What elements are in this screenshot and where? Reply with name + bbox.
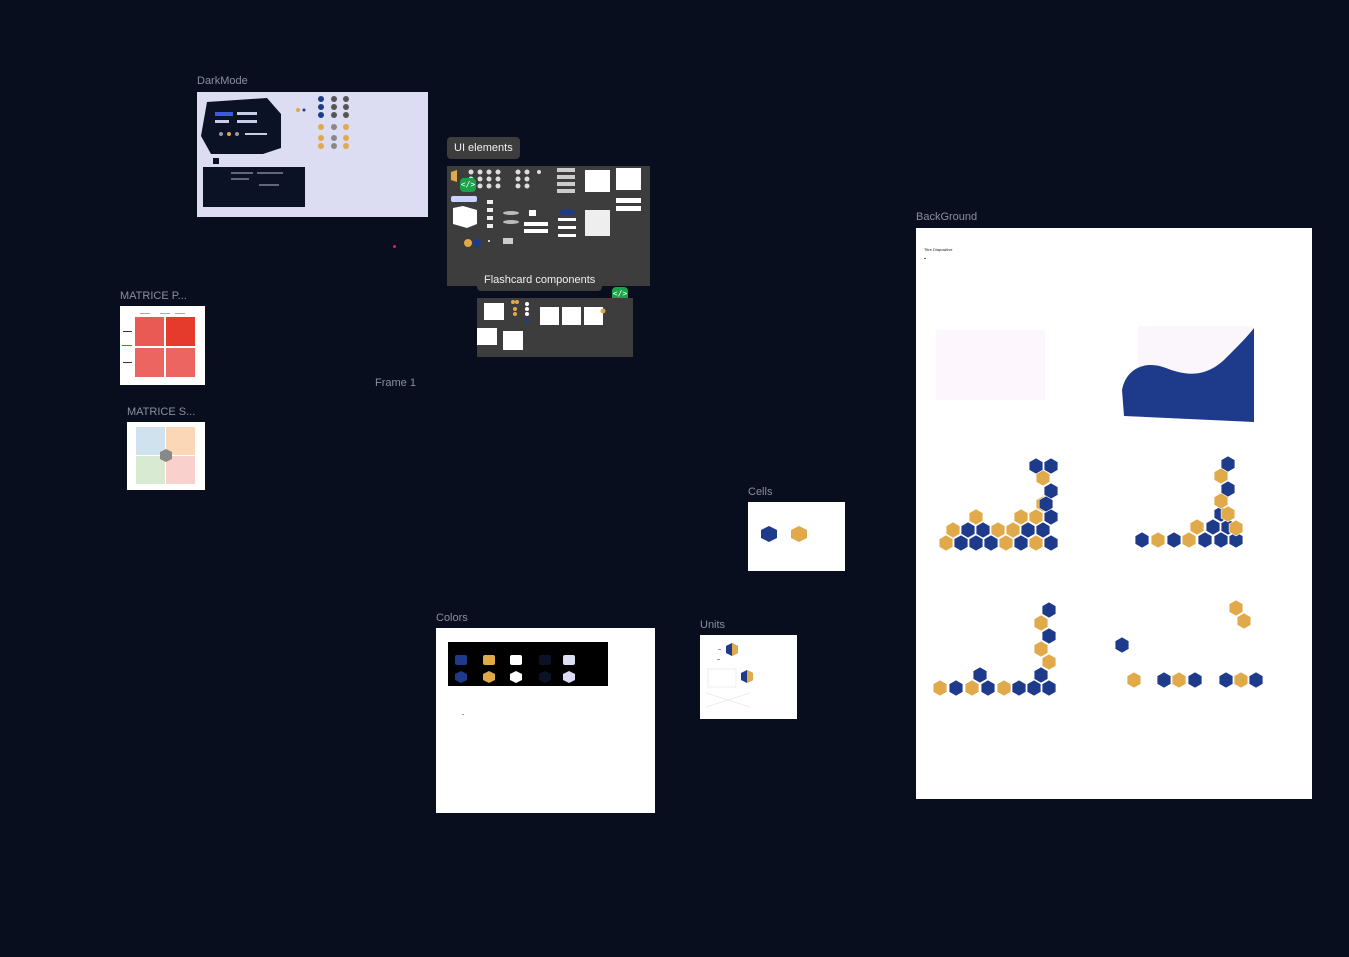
frame-label-background[interactable]: BackGround <box>916 211 977 223</box>
red-marker <box>393 245 396 248</box>
hexagon-icon <box>1150 531 1166 549</box>
section-flashcard-components[interactable]: Flashcard components <box>477 269 603 291</box>
hexagon-icon <box>948 679 964 697</box>
frame-colors[interactable] <box>436 628 655 813</box>
hexagon-icon <box>1197 531 1213 549</box>
hexagon-icon <box>945 521 961 539</box>
hexagon-icon <box>975 521 991 539</box>
colors-palette <box>448 642 608 715</box>
hexagon-icon <box>1028 508 1044 526</box>
hexagon-icon <box>761 526 777 542</box>
section-ui-elements[interactable]: UI elements <box>447 137 520 159</box>
hexagon-icon <box>932 679 948 697</box>
hexagon-icon <box>1033 640 1049 658</box>
hexagon-icon <box>990 521 1006 539</box>
hexagon-icon <box>1041 679 1057 697</box>
slide-title: Titre Diapositive <box>924 247 953 252</box>
hexagon-icon <box>1041 627 1057 645</box>
hexagon-icon <box>1013 534 1029 552</box>
flashcard-thumbnail <box>477 300 606 350</box>
hexagon-icon <box>1114 636 1130 654</box>
hexagon-icon <box>972 666 988 684</box>
hexagon-icon <box>1171 671 1187 689</box>
frame-label-matrice-s[interactable]: MATRICE S... <box>127 406 195 418</box>
hexagon-icon <box>1041 601 1057 619</box>
hexagon-icon <box>1011 679 1027 697</box>
frame-darkmode[interactable] <box>197 92 428 217</box>
hexagon-icon <box>964 679 980 697</box>
frame-cells[interactable] <box>748 502 845 571</box>
cells-thumbnail <box>761 526 807 542</box>
hexagon-icon <box>1033 666 1049 684</box>
frame-flashcard-components[interactable] <box>477 298 633 357</box>
frame-background[interactable]: Titre Diapositive <box>916 228 1312 799</box>
hexagon-icon <box>1233 671 1249 689</box>
hexagon-icon <box>980 679 996 697</box>
hexagon-icon <box>1134 531 1150 549</box>
frame-label-matrice-p[interactable]: MATRICE P... <box>120 290 187 302</box>
frame-label-cells[interactable]: Cells <box>748 486 772 498</box>
hexagon-icon <box>1013 508 1029 526</box>
frame-matrice-s[interactable] <box>127 422 205 490</box>
hexagon-icon <box>1126 671 1142 689</box>
hexagon-icon <box>1218 671 1234 689</box>
ui-elements-thumbnail <box>451 168 641 247</box>
frame-matrice-p[interactable] <box>120 306 205 385</box>
hexagon-icon <box>983 534 999 552</box>
hexagon-icon <box>1189 518 1205 536</box>
hexagon-icon <box>1181 531 1197 549</box>
frame-ui-elements[interactable] <box>447 166 650 286</box>
hexagon-icon <box>1026 679 1042 697</box>
hexagon-icon <box>1005 521 1021 539</box>
hexagon-icon <box>1156 671 1172 689</box>
hexagon-icon <box>791 526 807 542</box>
hexagon-icon <box>1166 531 1182 549</box>
hexagon-icon <box>1236 612 1252 630</box>
hexagon-icon <box>1248 671 1264 689</box>
hexagon-icon <box>938 534 954 552</box>
hexagon-icon <box>996 679 1012 697</box>
frame-units[interactable] <box>700 635 797 719</box>
hexagon-icon <box>1187 671 1203 689</box>
hexagon-icon <box>1228 599 1244 617</box>
hexagon-icon <box>998 534 1014 552</box>
hexagon-icon <box>968 508 984 526</box>
darkmode-thumbnail <box>201 96 349 207</box>
hexagon-icon <box>960 521 976 539</box>
matrice-s-thumbnail <box>136 427 195 484</box>
hexagon-icon <box>1205 518 1221 536</box>
hexagon-icon <box>1033 614 1049 632</box>
hexagon-icon <box>968 534 984 552</box>
frame-label-frame1[interactable]: Frame 1 <box>375 377 416 389</box>
hexagon-icon <box>1035 521 1051 539</box>
matrice-p-thumbnail <box>122 313 195 377</box>
units-thumbnail <box>705 643 753 708</box>
hexagon-icon <box>1028 534 1044 552</box>
hexagon-icon <box>1213 531 1229 549</box>
hexagon-icon <box>953 534 969 552</box>
frame-label-units[interactable]: Units <box>700 619 725 631</box>
hexagon-icon <box>1020 521 1036 539</box>
hexagon-icon <box>1043 534 1059 552</box>
background-thumbnail <box>924 258 1264 697</box>
code-icon[interactable]: </> <box>460 178 476 192</box>
design-canvas[interactable]: DarkMode UI elements </> Flashcard compo… <box>0 0 1349 957</box>
hexagon-icon <box>1041 653 1057 671</box>
frame-label-colors[interactable]: Colors <box>436 612 468 624</box>
frame-label-darkmode[interactable]: DarkMode <box>197 75 248 87</box>
